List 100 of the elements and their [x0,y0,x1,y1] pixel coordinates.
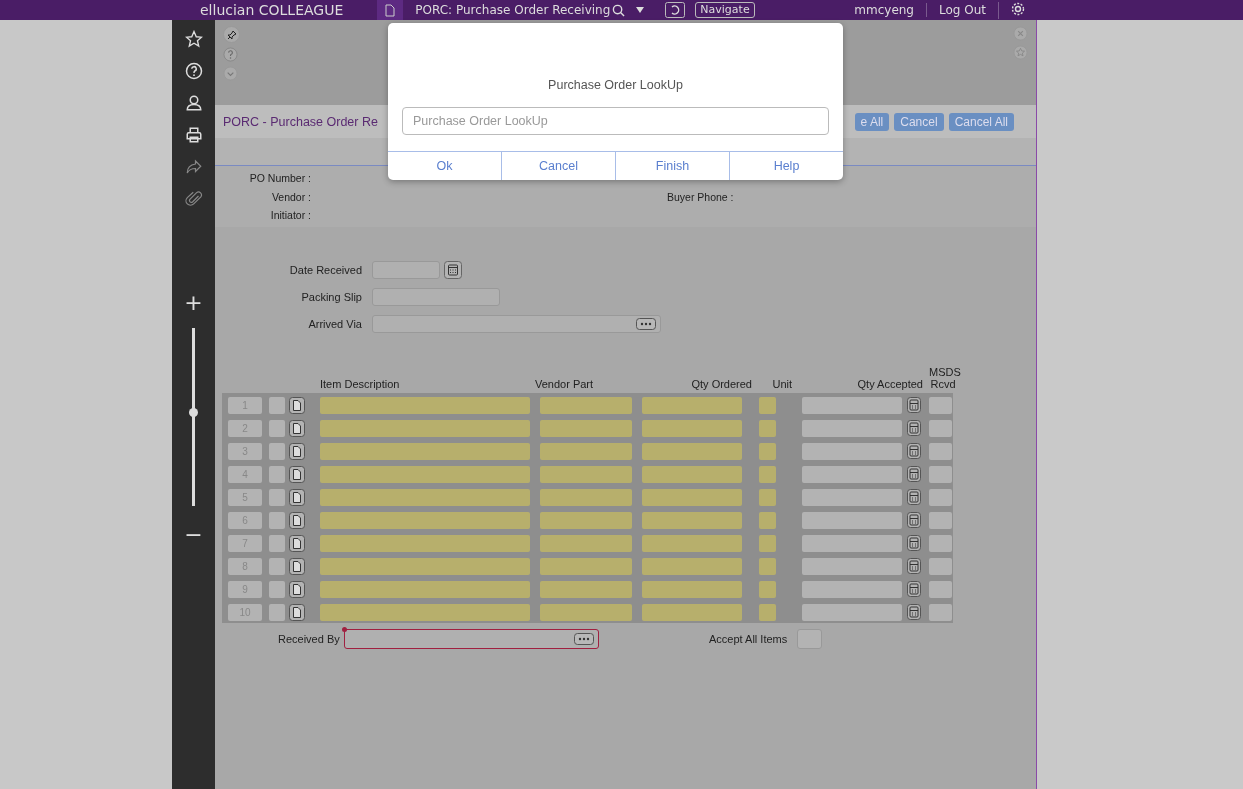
calculator-icon[interactable] [907,397,921,413]
dialog-button[interactable]: Ok [388,152,501,180]
field-label: Packing Slip [300,291,362,303]
table-cell[interactable] [802,465,902,483]
column-header: Item Description [320,378,401,390]
table-cell [759,465,776,483]
calculator-icon[interactable] [907,512,921,528]
field-label: Date Received [288,264,362,276]
share-icon[interactable] [184,158,203,176]
checkbox[interactable] [797,629,823,649]
zoom-out-button[interactable]: − [184,524,203,546]
checkbox[interactable] [929,580,952,598]
user-icon[interactable] [184,94,203,112]
calculator-icon[interactable] [907,581,921,597]
chevron-down-icon[interactable] [223,66,238,81]
star-icon[interactable] [1013,45,1028,60]
calculator-icon[interactable] [907,489,921,505]
app-logo: ellucian COLLEAGUE [200,2,344,18]
table-cell [759,557,776,575]
calendar-icon[interactable] [444,261,462,279]
table-cell[interactable] [802,534,902,552]
column-header: Qty Accepted [856,378,923,390]
checkbox[interactable] [929,603,952,621]
undo-icon[interactable] [665,2,686,18]
close-icon[interactable] [1013,26,1028,41]
checkbox[interactable] [929,534,952,552]
table-cell[interactable] [802,603,902,621]
slider-thumb[interactable] [189,408,198,418]
table-cell [759,488,776,506]
calculator-icon[interactable] [907,466,921,482]
calculator-icon[interactable] [907,420,921,436]
document-icon[interactable] [289,419,305,437]
dialog-button[interactable]: Help [729,152,843,180]
column-header: Vendor Part [535,378,595,390]
required-marker-icon [342,627,347,632]
checkbox[interactable] [929,557,952,575]
zoom-slider[interactable] [192,328,195,506]
table-cell[interactable] [802,442,902,460]
calculator-icon[interactable] [907,604,921,620]
paperclip-icon[interactable] [184,190,203,208]
table-cell [759,419,776,437]
document-icon[interactable] [289,534,305,552]
table-cell [759,396,776,414]
document-icon[interactable] [289,603,305,621]
table-cell[interactable] [802,396,902,414]
calculator-icon[interactable] [907,558,921,574]
document-icon[interactable] [289,396,305,414]
document-icon[interactable] [289,511,305,529]
logout-link[interactable]: Log Out [926,3,998,17]
field-label: Buyer Phone : [665,189,734,205]
zoom-in-button[interactable]: + [184,292,203,314]
dialog-title: Purchase Order LookUp [547,78,684,92]
form-title: PORC: Purchase Order Receiving [415,3,611,17]
toolbar-button[interactable]: Cancel All [948,112,1014,131]
caret-icon[interactable] [635,6,646,14]
lookup-field[interactable] [344,629,599,649]
more-icon[interactable] [574,633,594,645]
document-icon[interactable] [289,557,305,575]
dialog-button[interactable]: Cancel [501,152,615,180]
document-icon[interactable] [289,580,305,598]
form-title: PORC - Purchase Order Re [223,114,378,129]
table-cell[interactable] [802,580,902,598]
toolbar-button[interactable]: e All [854,112,890,131]
search-icon[interactable] [612,3,626,17]
table-cell[interactable] [802,511,902,529]
field-label: Received By [278,633,338,645]
dialog-button[interactable]: Finish [615,152,729,180]
table-cell[interactable] [802,488,902,506]
settings-icon[interactable] [1011,1,1025,16]
field-label: PO Number : [248,171,311,186]
calculator-icon[interactable] [907,535,921,551]
checkbox[interactable] [929,419,952,437]
table-cell [759,511,776,529]
checkbox[interactable] [929,442,952,460]
navigate-button[interactable]: Navigate [695,2,755,18]
table-cell [759,580,776,598]
table-cell [759,442,776,460]
field-label: Accept All Items [709,633,788,645]
column-header: Qty Ordered [690,378,752,390]
table-cell [759,603,776,621]
calculator-icon[interactable] [907,443,921,459]
table-cell[interactable] [802,419,902,437]
more-icon[interactable] [636,318,656,330]
document-icon[interactable] [289,465,305,483]
pin-icon[interactable] [226,29,237,40]
lookup-input[interactable]: Purchase Order LookUp [402,107,829,135]
checkbox[interactable] [929,511,952,529]
toolbar-button[interactable]: Cancel [894,112,944,131]
lookup-field[interactable] [372,315,661,333]
user-name[interactable]: mmcyeng [842,3,926,17]
document-icon[interactable] [289,442,305,460]
table-cell[interactable] [802,557,902,575]
field-label: Arrived Via [307,318,362,330]
checkbox[interactable] [929,465,952,483]
checkbox[interactable] [929,396,952,414]
document-icon[interactable] [289,488,305,506]
table-cell [759,534,776,552]
column-header: Unit [771,378,792,390]
checkbox[interactable] [929,488,952,506]
printer-icon[interactable] [184,126,203,144]
